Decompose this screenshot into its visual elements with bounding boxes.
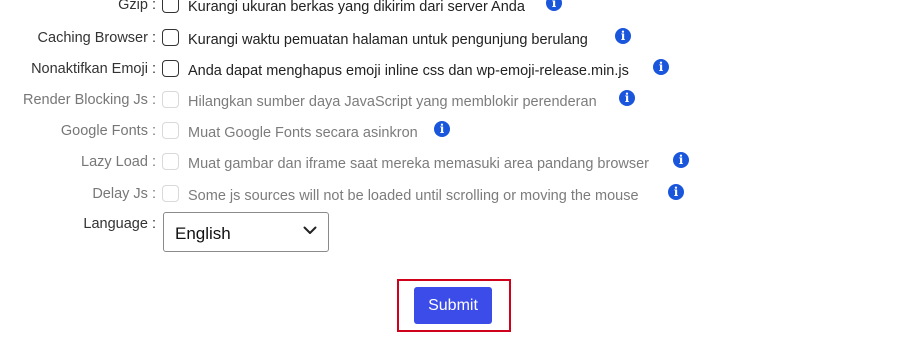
gzip-checkbox[interactable] [162,0,179,13]
delay-js-checkbox[interactable] [162,185,179,202]
render-blocking-js-checkbox[interactable] [162,91,179,108]
option-row-google-fonts: Google Fonts : Muat Google Fonts secara … [0,121,897,145]
option-description: Kurangi ukuran berkas yang dikirim dari … [188,0,525,15]
chevron-down-icon [303,226,317,234]
google-fonts-checkbox[interactable] [162,122,179,139]
info-icon[interactable]: i [673,152,689,168]
language-select[interactable]: English [163,212,329,252]
option-label: Delay Js : [92,186,156,202]
language-selected-value: English [175,224,231,243]
info-icon[interactable]: i [546,0,562,11]
option-description: Kurangi waktu pemuatan halaman untuk pen… [188,32,588,48]
option-description: Some js sources will not be loaded until… [188,188,639,204]
option-description: Muat Google Fonts secara asinkron [188,125,418,141]
option-label: Nonaktifkan Emoji : [31,61,156,77]
submit-button[interactable]: Submit [414,287,492,324]
info-icon[interactable]: i [668,184,684,200]
option-label: Caching Browser : [37,30,156,46]
language-row: Language : [0,216,897,240]
option-label: Google Fonts : [60,123,156,139]
info-icon[interactable]: i [434,121,450,137]
option-description: Anda dapat menghapus emoji inline css da… [188,63,629,79]
option-label: Lazy Load : [81,154,156,170]
option-label: Gzip : [118,0,156,13]
option-row-lazy-load: Lazy Load : Muat gambar dan iframe saat … [0,152,897,176]
option-description: Muat gambar dan iframe saat mereka memas… [188,156,650,172]
option-row-delay-js: Delay Js : Some js sources will not be l… [0,184,897,208]
language-label: Language : [83,216,156,232]
info-icon[interactable]: i [619,90,635,106]
lazy-load-checkbox[interactable] [162,153,179,170]
nonaktifkan-emoji-checkbox[interactable] [162,60,179,77]
info-icon[interactable]: i [653,59,669,75]
option-row-nonaktifkan-emoji: Nonaktifkan Emoji : Anda dapat menghapus… [0,59,897,83]
option-row-caching-browser: Caching Browser : Kurangi waktu pemuatan… [0,28,897,52]
option-label: Render Blocking Js : [23,92,156,108]
option-row-render-blocking-js: Render Blocking Js : Hilangkan sumber da… [0,90,897,114]
info-icon[interactable]: i [615,28,631,44]
option-description: Hilangkan sumber daya JavaScript yang me… [188,94,597,110]
option-row-gzip: Gzip : Kurangi ukuran berkas yang dikiri… [0,0,897,19]
caching-browser-checkbox[interactable] [162,29,179,46]
